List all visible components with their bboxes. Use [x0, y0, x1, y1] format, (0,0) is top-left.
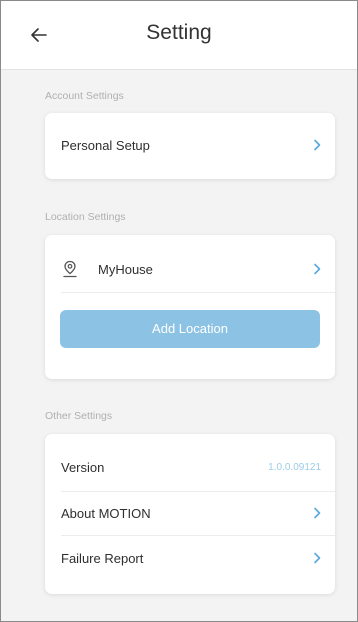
location-name: MyHouse: [98, 262, 153, 277]
other-settings-card: Version 1.0.0.09121 About MOTION Failure…: [45, 434, 335, 594]
chevron-right-icon: [313, 552, 321, 564]
personal-setup-label: Personal Setup: [61, 138, 150, 153]
failure-report-row[interactable]: Failure Report: [45, 537, 335, 581]
section-label-location: Location Settings: [45, 211, 126, 223]
location-row-myhouse[interactable]: MyHouse: [45, 248, 335, 292]
chevron-right-icon: [313, 507, 321, 519]
page-title: Setting: [146, 21, 212, 44]
version-value: 1.0.0.09121: [268, 462, 321, 473]
version-label: Version: [61, 460, 105, 475]
about-motion-row[interactable]: About MOTION: [45, 492, 335, 536]
divider: [61, 292, 335, 293]
chevron-right-icon: [313, 139, 321, 151]
settings-screen: Setting Account Settings Personal Setup …: [0, 0, 358, 622]
divider: [61, 535, 335, 536]
account-settings-card: Personal Setup: [45, 113, 335, 179]
location-pin-icon: [62, 260, 78, 278]
add-location-button[interactable]: Add Location: [60, 310, 320, 348]
about-motion-label: About MOTION: [61, 506, 151, 521]
personal-setup-row[interactable]: Personal Setup: [45, 124, 335, 168]
section-label-other: Other Settings: [45, 410, 113, 422]
header-bar: Setting: [1, 1, 357, 70]
section-label-account: Account Settings: [45, 90, 124, 102]
version-row: Version 1.0.0.09121: [45, 446, 335, 490]
chevron-right-icon: [313, 263, 321, 275]
location-settings-card: MyHouse Add Location: [45, 235, 335, 379]
failure-report-label: Failure Report: [61, 551, 144, 566]
